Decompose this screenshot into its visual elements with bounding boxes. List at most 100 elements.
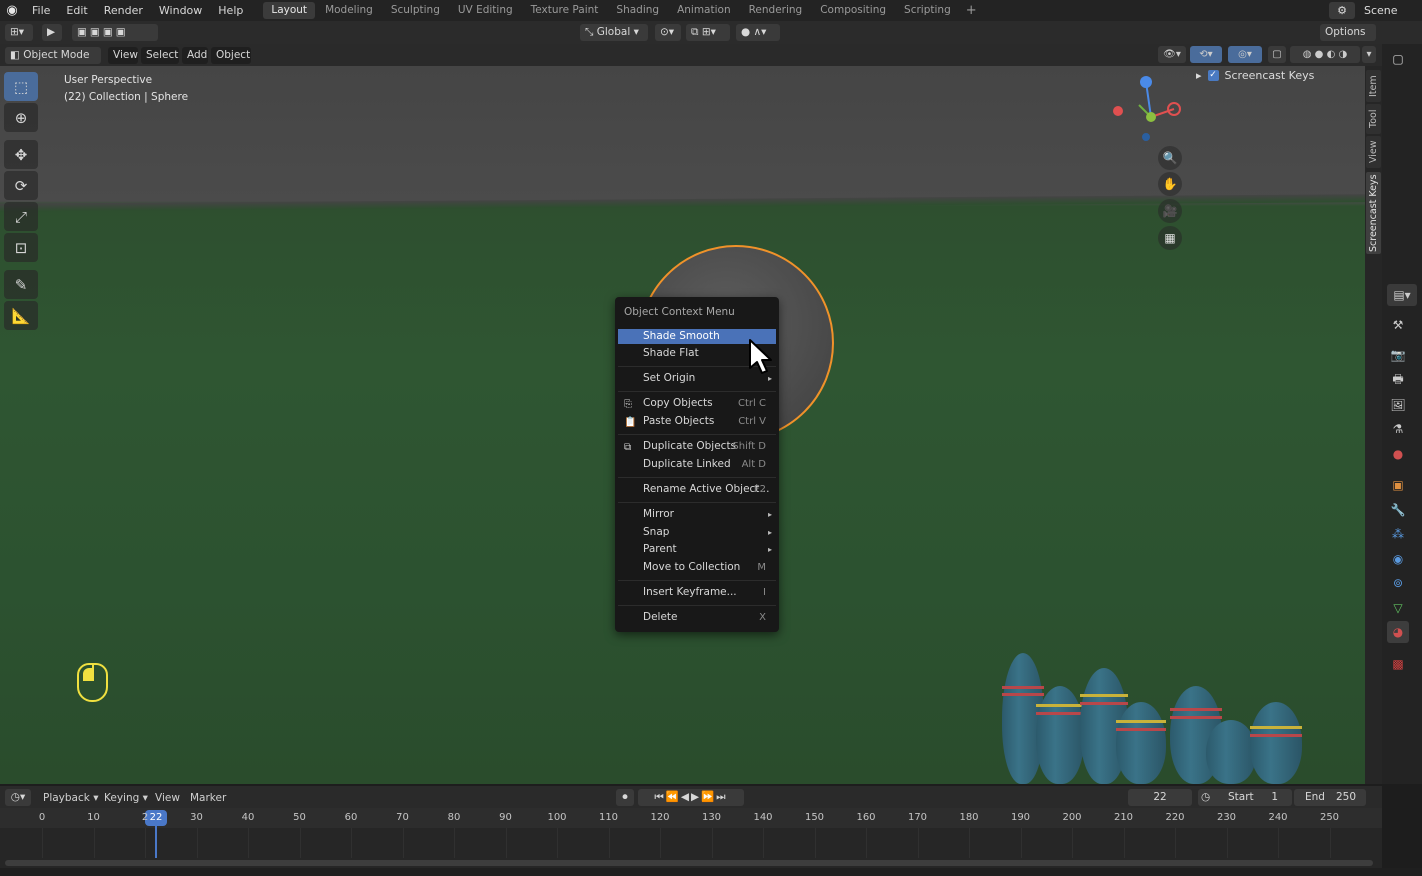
select-tool-icon[interactable]: ▶ [42, 24, 62, 41]
particles-properties-icon[interactable]: ⁂ [1387, 523, 1409, 545]
editor-type-button[interactable]: ⊞▾ [5, 24, 33, 41]
record-icon[interactable]: ⏺ [616, 789, 634, 806]
menu-rename-active-object[interactable]: Rename Active Object... F2 [618, 482, 776, 497]
menu-select[interactable]: Select [141, 47, 179, 64]
playhead-line[interactable] [155, 826, 157, 858]
pan-hand-icon[interactable]: ✋ [1158, 172, 1182, 196]
rotate-icon[interactable]: ⟳ [4, 171, 38, 200]
cursor-icon[interactable]: ⊕ [4, 103, 38, 132]
menu-mirror[interactable]: Mirror ▸ [618, 507, 776, 522]
physics-properties-icon[interactable]: ◉ [1387, 548, 1409, 570]
transform-icon[interactable]: ⊡ [4, 233, 38, 262]
menu-render[interactable]: Render [96, 0, 151, 21]
menu-file[interactable]: File [24, 0, 58, 21]
snap-toggle-icon[interactable]: ⧉ ⊞▾ [686, 24, 730, 41]
view-layer-icon[interactable]: 🖼 [1387, 394, 1409, 416]
menu-delete[interactable]: Delete X [618, 610, 776, 625]
menu-duplicate-linked[interactable]: Duplicate Linked Alt D [618, 457, 776, 472]
object-properties-icon[interactable]: ▣ [1387, 474, 1409, 496]
screencast-keys-panel[interactable]: ▸ ✓ Screencast Keys [1196, 69, 1314, 82]
object-mode-dropdown[interactable]: ◧ Object Mode ▾ [5, 47, 101, 78]
playback-controls-icon[interactable]: ⏮⏪◀▶⏩⏭ [638, 789, 744, 806]
shading-modes-icon[interactable]: ◍ ● ◐ ◑ [1290, 46, 1360, 63]
move-icon[interactable]: ✥ [4, 140, 38, 169]
camera-icon[interactable]: 🎥 [1158, 199, 1182, 223]
measure-icon[interactable]: 📐 [4, 301, 38, 330]
output-properties-icon[interactable]: 🖶 [1387, 369, 1409, 391]
bowling-pin[interactable] [1250, 702, 1302, 784]
material-properties-icon[interactable]: ◕ [1387, 621, 1409, 643]
zoom-icon[interactable]: 🔍 [1158, 146, 1182, 170]
tab-animation[interactable]: Animation [669, 2, 739, 19]
tab-texture-paint[interactable]: Texture Paint [523, 2, 607, 19]
playhead-frame-indicator[interactable]: 22 [145, 810, 167, 826]
menu-duplicate-objects[interactable]: ⧉ Duplicate Objects Shift D [618, 439, 776, 454]
grid-view-icon[interactable]: ▦ [1158, 226, 1182, 250]
tab-screencast-keys[interactable]: Screencast Keys [1366, 172, 1381, 254]
shading-dropdown-icon[interactable]: ▾ [1362, 46, 1376, 63]
tab-scripting[interactable]: Scripting [896, 2, 959, 19]
menu-window[interactable]: Window [151, 0, 210, 21]
menu-add[interactable]: Add [182, 47, 208, 64]
constraints-properties-icon[interactable]: ⊚ [1387, 572, 1409, 594]
tab-tool[interactable]: Tool [1366, 104, 1381, 134]
proportional-edit-icon[interactable]: ● ∧▾ [736, 24, 780, 41]
start-frame-field[interactable]: ◷ Start 1 [1198, 789, 1292, 806]
tab-modeling[interactable]: Modeling [317, 2, 381, 19]
tab-rendering[interactable]: Rendering [741, 2, 811, 19]
current-frame-field[interactable]: 22 [1128, 789, 1192, 806]
scene-icon[interactable]: ⚙ [1329, 2, 1355, 19]
overlays-icon[interactable]: ◎▾ [1228, 46, 1262, 63]
data-properties-icon[interactable]: ▽ [1387, 597, 1409, 619]
timeline-scrollbar[interactable] [5, 860, 1373, 866]
options-dropdown[interactable]: Options ▾ [1320, 24, 1376, 55]
tab-item[interactable]: Item [1366, 70, 1381, 102]
end-frame-field[interactable]: End 250 [1294, 789, 1366, 806]
add-workspace-button[interactable]: + [961, 3, 982, 18]
menu-parent[interactable]: Parent ▸ [618, 542, 776, 557]
xray-icon[interactable]: ▢ [1268, 46, 1286, 63]
selection-mode-icons[interactable]: ▣▣▣▣ [72, 24, 158, 41]
menu-paste-objects[interactable]: 📋 Paste Objects Ctrl V [618, 414, 776, 429]
scene-name[interactable]: Scene [1358, 2, 1422, 19]
visibility-icon[interactable]: 👁▾ [1158, 46, 1186, 63]
tab-view[interactable]: View [1366, 136, 1381, 168]
modifier-properties-icon[interactable]: 🔧 [1387, 499, 1409, 521]
tab-uv-editing[interactable]: UV Editing [450, 2, 521, 19]
menu-marker[interactable]: Marker [190, 791, 226, 806]
menu-help[interactable]: Help [210, 0, 251, 21]
expand-arrow-icon[interactable]: ▸ [1196, 69, 1202, 82]
select-box-icon[interactable]: ⬚ [4, 72, 38, 101]
menu-object[interactable]: Object [211, 47, 251, 64]
bowling-pin[interactable] [1036, 686, 1084, 784]
menu-copy-objects[interactable]: ⎘ Copy Objects Ctrl C [618, 396, 776, 411]
scale-icon[interactable]: ⤢ [4, 202, 38, 231]
gizmo-toggle-icon[interactable]: ⟲▾ [1190, 46, 1222, 63]
menu-snap[interactable]: Snap ▸ [618, 525, 776, 540]
screencast-checkbox[interactable]: ✓ [1207, 70, 1219, 81]
scene-properties-icon[interactable]: ⚗ [1387, 418, 1409, 440]
menu-timeline-view[interactable]: View [155, 791, 180, 806]
world-properties-icon[interactable]: ● [1387, 443, 1409, 465]
tool-properties-icon[interactable]: ⚒ [1387, 314, 1409, 336]
outliner-filter-icon[interactable]: ▢ [1387, 48, 1409, 70]
menu-move-to-collection[interactable]: Move to Collection M [618, 560, 776, 575]
menu-edit[interactable]: Edit [58, 0, 95, 21]
menu-keying[interactable]: Keying ▾ [104, 791, 148, 806]
navigation-gizmo[interactable] [1108, 72, 1184, 148]
tab-sculpting[interactable]: Sculpting [383, 2, 448, 19]
annotate-icon[interactable]: ✎ [4, 270, 38, 299]
render-properties-icon[interactable]: 📷 [1387, 344, 1409, 366]
blender-logo-icon[interactable]: ◉ [0, 0, 24, 21]
tab-compositing[interactable]: Compositing [812, 2, 894, 19]
menu-view[interactable]: View [108, 47, 138, 64]
bowling-pin[interactable] [1206, 720, 1256, 784]
tab-layout[interactable]: Layout [263, 2, 316, 19]
tab-shading[interactable]: Shading [608, 2, 667, 19]
pivot-point-icon[interactable]: ⊙▾ [655, 24, 681, 41]
bowling-pin[interactable] [1116, 702, 1166, 784]
transform-orientation-dropdown[interactable]: ⤡ Global ▾ [580, 24, 648, 41]
texture-properties-icon[interactable]: ▩ [1387, 653, 1409, 675]
menu-playback[interactable]: Playback ▾ [43, 791, 98, 806]
menu-insert-keyframe[interactable]: Insert Keyframe... I [618, 585, 776, 600]
